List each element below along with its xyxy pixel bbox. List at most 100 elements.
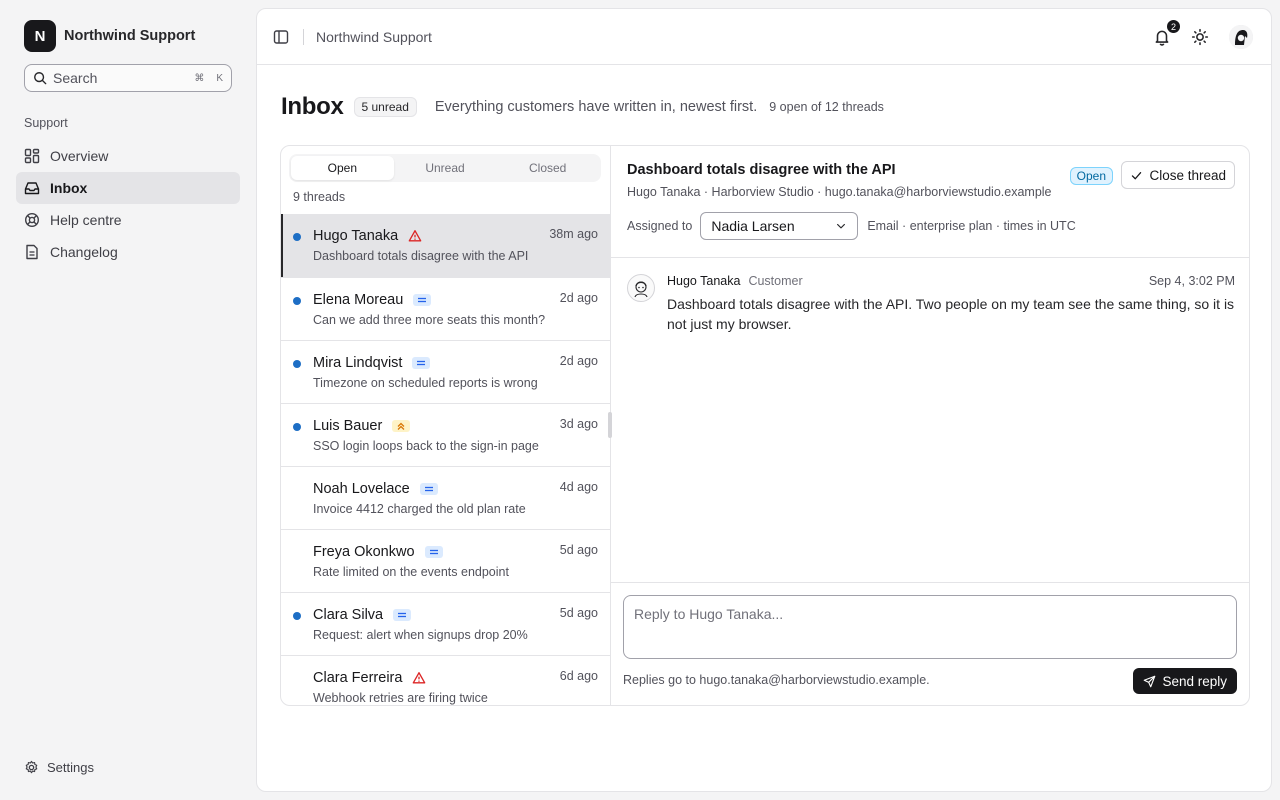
avatar-icon [1229, 25, 1253, 49]
message-author: Hugo Tanaka Customer [667, 274, 803, 288]
thread-list-pane: Open Unread Closed 9 threads Hugo Tanaka… [281, 146, 612, 705]
thread-sender: Elena Moreau [313, 292, 432, 308]
thread-row[interactable]: Noah Lovelace Invoice 4412 charged the ol… [281, 466, 610, 529]
sidebar-item-help-centre[interactable]: Help centre [16, 204, 240, 236]
page-header: Inbox 5 unread Everything customers have… [281, 93, 884, 121]
thread-subject: Webhook retries are firing twice [313, 691, 488, 705]
sidebar-item-label: Changelog [50, 244, 118, 260]
customer-avatar [627, 274, 655, 302]
theme-toggle-button[interactable] [1191, 28, 1209, 46]
thread-time: 5d ago [559, 543, 598, 557]
reply-composer: Reply to Hugo Tanaka... Replies go to hu… [611, 582, 1249, 705]
thread-row[interactable]: Hugo Tanaka Dashboard totals disagree wit… [281, 214, 610, 277]
thread-info: Email · enterprise plan · times in UTC [867, 219, 1076, 233]
thread-list: Hugo Tanaka Dashboard totals disagree wit… [281, 214, 610, 705]
assignment-row: Assigned to Nadia Larsen Email · enterpr… [627, 212, 1076, 240]
unread-dot [293, 233, 301, 241]
unread-dot [293, 297, 301, 305]
assignee-select[interactable]: Nadia Larsen [700, 212, 859, 240]
settings-label: Settings [47, 760, 94, 775]
thread-subject: SSO login loops back to the sign-in page [313, 439, 539, 453]
document-icon [26, 244, 38, 260]
thread-detail: Dashboard totals disagree with the API H… [611, 146, 1249, 705]
settings-link[interactable]: Settings [24, 760, 94, 775]
thread-summary: 9 open of 12 threads [769, 100, 884, 114]
sender-name: Elena Moreau [313, 292, 404, 308]
shortcut-key-cmd: ⌘ [194, 72, 205, 84]
thread-time: 2d ago [559, 354, 598, 368]
assigned-label: Assigned to [627, 219, 693, 233]
reply-input[interactable]: Reply to Hugo Tanaka... [623, 595, 1237, 659]
sidebar-item-inbox[interactable]: Inbox [16, 172, 240, 204]
normal-priority-icon [424, 546, 443, 558]
brand[interactable]: N Northwind Support [24, 20, 195, 52]
sun-icon [1191, 28, 1209, 46]
status-badge: Open [1069, 167, 1113, 185]
urgent-priority-icon [408, 229, 422, 243]
sender-name: Clara Silva [313, 607, 384, 623]
check-icon [1132, 171, 1142, 179]
normal-priority-icon [393, 609, 412, 621]
breadcrumb: Northwind Support [316, 28, 432, 45]
thread-time: 3d ago [559, 417, 598, 431]
shortcut-key-k: K [216, 72, 223, 84]
thread-sender: Noah Lovelace [313, 481, 438, 497]
thread-time: 6d ago [559, 669, 598, 683]
sidebar-toggle-button[interactable] [271, 27, 291, 47]
thread-subject: Can we add three more seats this month? [313, 313, 546, 327]
sidebar-item-label: Inbox [50, 180, 88, 196]
close-thread-button[interactable]: Close thread [1121, 161, 1235, 189]
thread-subject: Rate limited on the events endpoint [313, 565, 509, 579]
sender-name: Clara Ferreira [313, 670, 403, 686]
thread-subject: Dashboard totals disagree with the API [313, 249, 529, 263]
thread-sender: Clara Ferreira [313, 670, 426, 686]
sidebar-toggle-icon [273, 29, 289, 44]
tab-unread[interactable]: Unread [394, 156, 497, 180]
thread-row[interactable]: Clara Ferreira Webhook retries are firing… [281, 655, 610, 705]
author-role: Customer [748, 274, 803, 288]
thread-sender: Freya Okonkwo [313, 544, 443, 560]
thread-row[interactable]: Clara Silva Request: alert when signups d… [281, 592, 610, 655]
search-input[interactable]: Search ⌘ K [24, 64, 232, 92]
thread-sender: Hugo Tanaka [313, 228, 422, 244]
normal-priority-icon [419, 483, 438, 495]
thread-sender: Luis Bauer [313, 418, 411, 434]
message-body: Dashboard totals disagree with the API. … [667, 296, 1235, 332]
tab-closed[interactable]: Closed [496, 156, 599, 180]
lifebuoy-icon [24, 212, 40, 228]
sidebar-item-overview[interactable]: Overview [16, 140, 240, 172]
inbox-card: Open Unread Closed 9 threads Hugo Tanaka… [280, 145, 1250, 706]
sender-name: Noah Lovelace [313, 481, 410, 497]
thread-row[interactable]: Luis Bauer SSO login loops back to the si… [281, 403, 610, 466]
send-reply-label: Send reply [1162, 673, 1227, 689]
search-placeholder: Search [53, 70, 98, 86]
thread-title: Dashboard totals disagree with the API [627, 162, 896, 178]
tab-open[interactable]: Open [291, 156, 394, 180]
sidebar-item-changelog[interactable]: Changelog [16, 236, 240, 268]
thread-row[interactable]: Mira Lindqvist Timezone on scheduled repo… [281, 340, 610, 403]
gear-icon [25, 760, 38, 774]
person-sketch-icon [634, 281, 648, 298]
unread-badge: 5 unread [353, 97, 417, 117]
brand-logo: N [24, 20, 56, 52]
thread-time: 4d ago [559, 480, 598, 494]
sender-name: Mira Lindqvist [313, 355, 403, 371]
unread-dot [293, 612, 301, 620]
notifications-button[interactable]: 2 [1153, 19, 1181, 46]
thread-time: 2d ago [559, 291, 598, 305]
sidebar-item-label: Overview [50, 148, 109, 164]
search-icon [34, 72, 47, 85]
user-avatar[interactable] [1229, 25, 1253, 49]
close-thread-label: Close thread [1149, 167, 1226, 183]
page-title: Inbox [281, 93, 344, 120]
thread-time: 5d ago [559, 606, 598, 620]
topbar-divider [303, 28, 304, 45]
thread-meta: Hugo Tanaka · Harborview Studio · hugo.t… [627, 185, 1052, 199]
sender-name: Luis Bauer [313, 418, 383, 434]
sidebar-nav: Overview Inbox Help centre Changelog [16, 140, 240, 268]
brand-name: Northwind Support [64, 28, 196, 44]
send-reply-button[interactable]: Send reply [1133, 668, 1237, 694]
grid-icon [24, 148, 40, 164]
thread-row[interactable]: Elena Moreau Can we add three more seats … [281, 277, 610, 340]
thread-row[interactable]: Freya Okonkwo Rate limited on the events … [281, 529, 610, 592]
